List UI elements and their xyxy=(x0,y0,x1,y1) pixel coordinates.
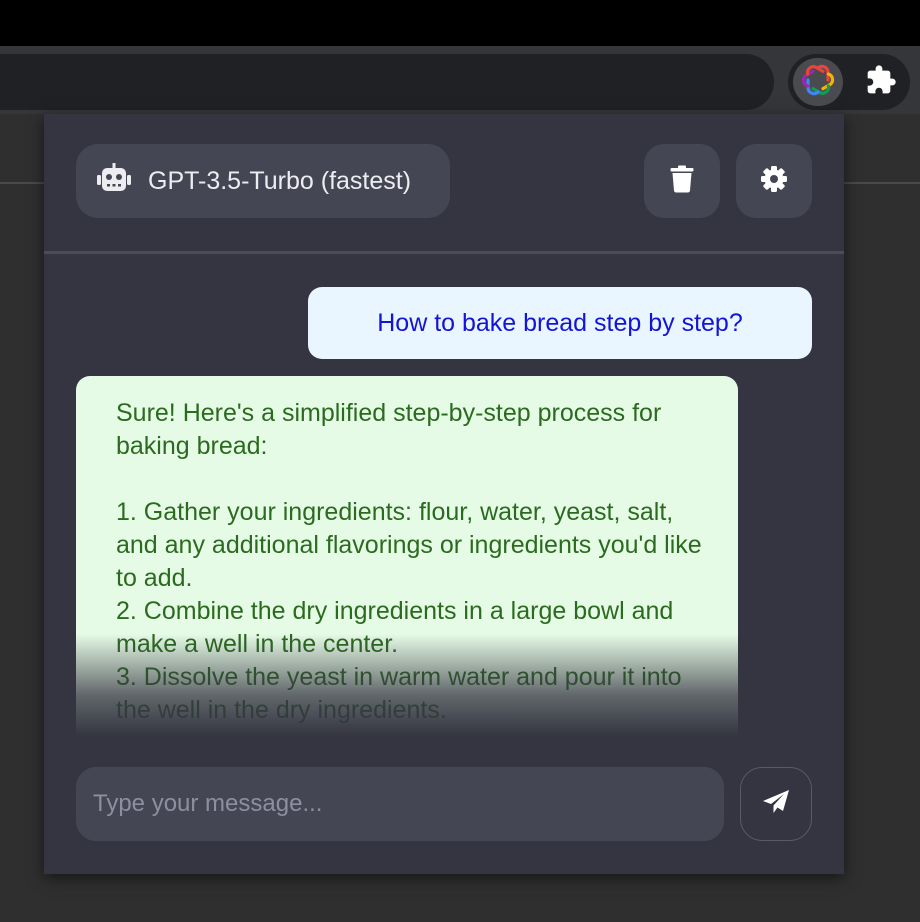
message-input[interactable] xyxy=(76,767,724,841)
user-message-text: How to bake bread step by step? xyxy=(377,308,743,337)
openai-extension-button[interactable] xyxy=(793,58,843,106)
page-divider xyxy=(0,182,44,184)
robot-icon xyxy=(96,162,132,200)
trash-icon xyxy=(670,165,694,198)
user-message: How to bake bread step by step? xyxy=(308,287,812,359)
chat-popup: GPT-3.5-Turbo (fastest) How to bake brea… xyxy=(44,114,844,874)
puzzle-icon xyxy=(865,64,897,101)
address-bar[interactable] xyxy=(0,54,774,110)
header-divider xyxy=(44,251,844,254)
settings-button[interactable] xyxy=(736,144,812,218)
openai-logo-icon xyxy=(801,63,835,102)
model-selector[interactable]: GPT-3.5-Turbo (fastest) xyxy=(76,144,450,218)
assistant-message: Sure! Here's a simplified step-by-step p… xyxy=(76,376,738,736)
browser-tab-strip xyxy=(0,0,920,46)
model-label: GPT-3.5-Turbo (fastest) xyxy=(148,166,412,195)
paper-plane-icon xyxy=(762,789,790,820)
clear-chat-button[interactable] xyxy=(644,144,720,218)
extensions-menu-button[interactable] xyxy=(856,58,906,106)
page-divider xyxy=(844,182,920,184)
gear-icon xyxy=(760,165,788,198)
send-button[interactable] xyxy=(740,767,812,841)
